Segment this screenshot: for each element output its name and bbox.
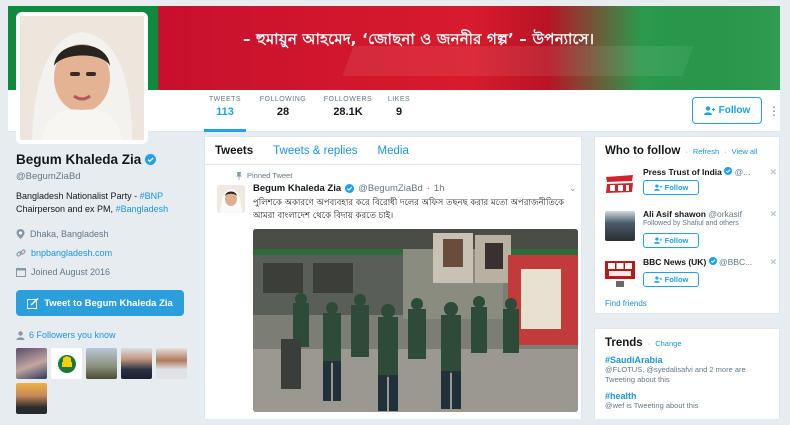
follower-avatar[interactable]	[121, 348, 152, 379]
suggestion-avatar[interactable]	[605, 211, 635, 241]
add-user-icon	[703, 106, 715, 115]
tab-media[interactable]: Media	[378, 145, 409, 157]
more-options-icon[interactable]: ⋮	[768, 104, 780, 118]
follow-button[interactable]: Follow	[643, 233, 699, 248]
compose-icon	[27, 297, 39, 309]
tweet-author-name[interactable]: Begum Khaleda Zia	[253, 183, 341, 194]
banner-quote: – হুমায়ুন আহমেদ, ‘জোছনা ও জননীর গল্প’ –…	[243, 30, 595, 48]
link-icon	[16, 248, 26, 257]
trend-item[interactable]: #SaudiArabia @FLOTUS, @syedalisafvi and …	[595, 355, 779, 385]
chevron-down-icon[interactable]: ⌄	[569, 183, 577, 194]
profile-handle: @BegumZiaBd	[16, 171, 81, 182]
verified-badge-icon	[724, 167, 733, 175]
followers-you-know-link[interactable]: 6 Followers you know	[16, 330, 191, 340]
suggestion-item: Press Trust of India @... Follow ✕	[605, 167, 777, 203]
location-row: Dhaka, Bangladesh	[16, 224, 191, 243]
follow-button[interactable]: Follow	[643, 180, 699, 195]
pinned-tweet-label: Pinned Tweet	[235, 171, 292, 180]
website-row: bnpbangladesh.com	[16, 243, 191, 262]
joined-row: Joined August 2016	[16, 262, 191, 281]
refresh-link[interactable]: Refresh	[693, 147, 719, 156]
view-all-link[interactable]: View all	[732, 147, 758, 156]
add-user-icon	[653, 184, 662, 191]
profile-avatar[interactable]	[16, 12, 148, 144]
who-to-follow-card: Who to follow · Refresh · View all Press…	[594, 136, 780, 314]
add-user-icon	[653, 276, 662, 283]
tab-tweets[interactable]: Tweets	[215, 145, 253, 157]
verified-badge-icon	[708, 257, 717, 265]
trend-item[interactable]: #health @wef is Tweeting about this	[595, 391, 779, 411]
close-icon[interactable]: ✕	[769, 209, 777, 220]
avatar-portrait-image	[20, 16, 144, 140]
hashtag-link[interactable]: #Bangladesh	[116, 204, 169, 214]
tweet-author-avatar[interactable]	[217, 185, 245, 213]
location-pin-icon	[16, 228, 25, 239]
pin-icon	[236, 171, 242, 180]
follower-avatar[interactable]	[86, 348, 117, 379]
tweet-header: Begum Khaleda Zia @BegumZiaBd · 1h	[253, 183, 445, 194]
bbc-news-logo[interactable]	[605, 259, 635, 289]
tab-tweets-replies[interactable]: Tweets & replies	[273, 145, 357, 157]
hashtag-link[interactable]: #BNP	[140, 191, 164, 201]
profile-meta: Dhaka, Bangladesh bnpbangladesh.com Join…	[16, 224, 191, 281]
trends-card: Trends · Change #SaudiArabia @FLOTUS, @s…	[594, 328, 780, 419]
profile-page: – হুমায়ুন আহমেদ, ‘জোছনা ও জননীর গল্প’ –…	[8, 6, 780, 419]
suggestion-item: BBC News (UK) @BBC... Follow ✕	[605, 257, 777, 293]
timeline: Tweets Tweets & replies Media Pinned Twe…	[204, 136, 582, 419]
stat-following[interactable]: FOLLOWING 28	[258, 96, 308, 118]
verified-badge-icon	[145, 154, 157, 165]
follower-avatar[interactable]	[16, 383, 47, 414]
website-link[interactable]: bnpbangladesh.com	[31, 248, 112, 258]
suggestion-name[interactable]: BBC News (UK)	[643, 257, 706, 267]
profile-sidebar: Begum Khaleda Zia @BegumZiaBd Bangladesh…	[16, 152, 191, 414]
followers-you-know-grid	[16, 348, 191, 414]
change-trends-link[interactable]: Change	[655, 339, 681, 348]
follow-button[interactable]: Follow	[643, 272, 699, 287]
who-to-follow-title: Who to follow	[605, 145, 681, 157]
tweet-timestamp[interactable]: 1h	[434, 183, 445, 194]
suggestion-name[interactable]: Ali Asif shawon	[643, 209, 706, 219]
add-user-icon	[653, 237, 662, 244]
profile-bio: Bangladesh Nationalist Party - #BNP Chai…	[16, 191, 169, 214]
follower-avatar[interactable]	[156, 348, 187, 379]
tweet-author-handle: @BegumZiaBd	[358, 183, 423, 194]
profile-name: Begum Khaleda Zia	[16, 152, 191, 167]
suggestion-item: Ali Asif shawon @orkasif Followed by Sha…	[605, 209, 777, 248]
suggestion-name[interactable]: Press Trust of India	[643, 167, 722, 177]
stat-followers[interactable]: FOLLOWERS 28.1K	[322, 96, 374, 118]
trends-title: Trends	[605, 337, 643, 349]
verified-badge-icon	[345, 184, 355, 193]
tweet-text: পুলিশকে অকারণে অপব্যবহার করে বিরোধী দলের…	[253, 198, 565, 221]
timeline-tabs: Tweets Tweets & replies Media	[205, 137, 581, 165]
tweet-photo[interactable]	[253, 229, 578, 412]
close-icon[interactable]: ✕	[769, 257, 777, 268]
follow-button[interactable]: Follow	[692, 97, 762, 124]
follower-avatar[interactable]	[16, 348, 47, 379]
close-icon[interactable]: ✕	[769, 167, 777, 178]
stat-likes[interactable]: LIKES 9	[386, 96, 412, 118]
person-icon	[16, 330, 25, 340]
tweet-to-button[interactable]: Tweet to Begum Khaleda Zia	[16, 290, 184, 316]
police-scene-image	[253, 229, 578, 412]
follower-avatar[interactable]	[51, 348, 82, 379]
stat-tweets[interactable]: TWEETS 113	[204, 96, 246, 132]
calendar-icon	[16, 267, 26, 277]
find-friends-link[interactable]: Find friends	[605, 299, 647, 308]
pti-logo[interactable]	[605, 169, 635, 199]
